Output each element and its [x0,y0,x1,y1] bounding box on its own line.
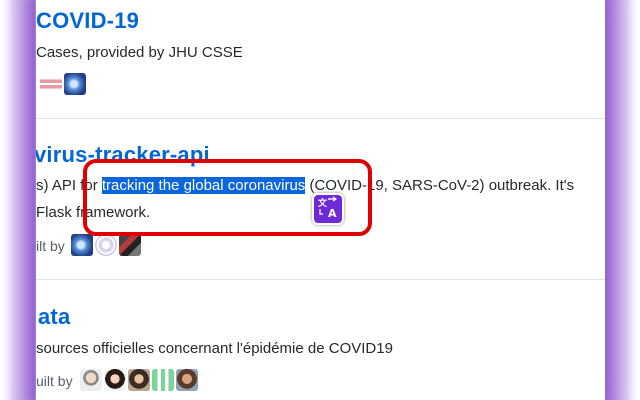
svg-text:文: 文 [317,197,328,209]
avatar[interactable] [64,73,86,95]
translate-button[interactable]: 文 A [312,193,344,225]
translate-icon: 文 A [316,195,340,224]
contributors-avatars [80,369,198,391]
avatar[interactable] [71,234,93,256]
divider [36,118,605,119]
built-by-label: ilt by [36,238,65,254]
divider [36,279,605,280]
contributors-avatars [40,73,86,95]
avatar[interactable] [176,369,198,391]
avatar[interactable] [104,369,126,391]
avatar[interactable] [40,73,62,95]
repo-title-link[interactable]: ata [38,304,70,330]
repo-title-link[interactable]: COVID-19 [36,8,139,34]
svg-text:A: A [328,207,337,219]
contributors-avatars [71,234,141,256]
avatar[interactable] [119,234,141,256]
repo-description: Cases, provided by JHU CSSE [36,44,243,61]
avatar[interactable] [80,369,102,391]
avatar[interactable] [152,369,174,391]
avatar[interactable] [128,369,150,391]
repo-description: sources officielles concernant l'épidémi… [36,340,393,357]
built-by-label: uilt by [36,373,73,389]
avatar[interactable] [95,234,117,256]
